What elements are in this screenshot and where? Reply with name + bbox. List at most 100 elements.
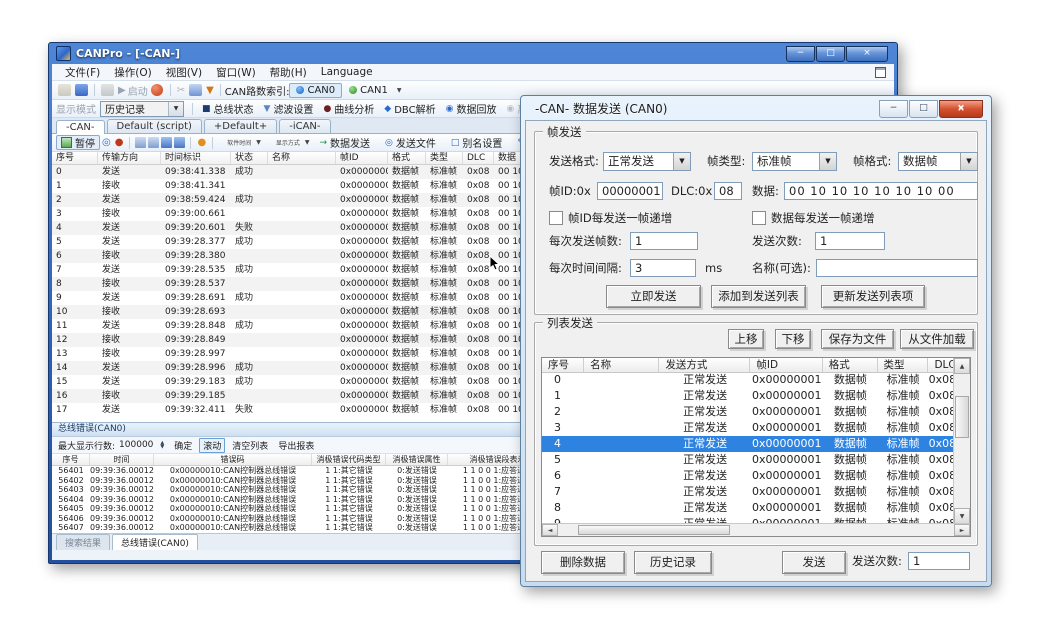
list-item[interactable]: 5 正常发送 0x00000001 数据帧 标准帧 0x08 bbox=[542, 452, 954, 468]
error-panel-action[interactable]: 确定 bbox=[171, 439, 195, 452]
spinner-icon[interactable]: ▲▼ bbox=[160, 441, 164, 449]
save-icon[interactable] bbox=[75, 84, 88, 96]
update-list-item-button[interactable]: 更新发送列表项 bbox=[821, 285, 925, 308]
menu-item[interactable]: 操作(O) bbox=[107, 65, 158, 80]
toolbar-button[interactable]: 软件时间 ▼ bbox=[219, 135, 266, 150]
workspace-tab[interactable]: -iCAN- bbox=[279, 119, 330, 133]
send-button[interactable]: 发送 bbox=[782, 551, 846, 574]
start-icon[interactable]: ▶ bbox=[118, 85, 126, 96]
stop-icon[interactable] bbox=[151, 84, 163, 96]
toolbar-button[interactable]: 显示方式 ▼ bbox=[268, 135, 315, 150]
mdi-child-icon[interactable] bbox=[875, 67, 886, 78]
minimize-button[interactable]: − bbox=[879, 100, 908, 118]
data-increment-checkbox[interactable]: 数据每发送一帧递增 bbox=[752, 210, 875, 226]
maximize-button[interactable]: □ bbox=[909, 100, 938, 118]
toolbar-button[interactable]: ◎ 发送文件 bbox=[380, 135, 446, 150]
cut-icon[interactable]: ✂ bbox=[177, 85, 185, 96]
clear-icon[interactable]: ● bbox=[197, 137, 206, 148]
footer-send-count-input[interactable]: 1 bbox=[908, 552, 970, 570]
list-item[interactable]: 3 正常发送 0x00000001 数据帧 标准帧 0x08 bbox=[542, 420, 954, 436]
frames-per-send-input[interactable]: 1 bbox=[630, 232, 698, 250]
workspace-tab[interactable]: -CAN- bbox=[56, 120, 105, 134]
scrollbar-thumb[interactable] bbox=[578, 525, 730, 535]
name-input[interactable] bbox=[816, 259, 978, 277]
channel-button[interactable]: CAN1 bbox=[342, 83, 395, 98]
frame-id-input[interactable]: 00000001 bbox=[597, 182, 663, 200]
menu-item[interactable]: 视图(V) bbox=[159, 65, 209, 80]
stop-record-icon[interactable]: ● bbox=[115, 137, 124, 148]
workspace-tab[interactable]: Default (script) bbox=[107, 119, 202, 133]
vertical-scrollbar[interactable]: ▲ ▼ bbox=[953, 358, 970, 524]
minimize-button[interactable]: − bbox=[786, 46, 815, 62]
pause-button[interactable]: 暂停 bbox=[56, 135, 100, 150]
toolbar-overflow-icon[interactable]: ▼ bbox=[397, 87, 402, 94]
list-item[interactable]: 0 正常发送 0x00000001 数据帧 标准帧 0x08 bbox=[542, 372, 954, 388]
list-item[interactable]: 6 正常发送 0x00000001 数据帧 标准帧 0x08 bbox=[542, 468, 954, 484]
scroll-down-icon[interactable]: ▼ bbox=[954, 508, 970, 524]
toolbar-button[interactable]: → 数据发送 bbox=[314, 135, 380, 150]
paste-icon[interactable] bbox=[148, 137, 159, 148]
maximize-button[interactable]: □ bbox=[816, 46, 845, 62]
history-button[interactable]: 历史记录 bbox=[634, 551, 712, 574]
start-label[interactable]: 启动 bbox=[128, 83, 148, 98]
toolbar-button[interactable]: ◉ 数据回放 bbox=[441, 101, 502, 116]
error-panel-action[interactable]: 滚动 bbox=[199, 438, 225, 453]
filter-icon[interactable]: ▼ bbox=[206, 85, 214, 96]
copy-icon[interactable] bbox=[135, 137, 146, 148]
error-panel-action[interactable]: 清空列表 bbox=[229, 439, 271, 452]
record-icon[interactable]: ◎ bbox=[102, 137, 111, 148]
load-from-file-button[interactable]: 从文件加载 bbox=[900, 329, 974, 349]
toolbar-button[interactable]: ◆ DBC解析 bbox=[379, 101, 440, 116]
dialog-title-bar[interactable]: -CAN- 数据发送 (CAN0) − □ × bbox=[521, 96, 991, 120]
frame-id-increment-checkbox[interactable]: 帧ID每发送一帧递增 bbox=[549, 210, 672, 226]
menu-item[interactable]: 帮助(H) bbox=[263, 65, 314, 80]
send-now-button[interactable]: 立即发送 bbox=[606, 285, 701, 308]
chevron-down-icon[interactable]: ▼ bbox=[168, 102, 183, 116]
bottom-tab[interactable]: 总线错误(CAN0) bbox=[112, 534, 198, 550]
close-button[interactable]: × bbox=[846, 46, 888, 62]
save-list-icon[interactable] bbox=[161, 137, 172, 148]
toolbar-button[interactable]: □ 别名设置 bbox=[446, 135, 513, 150]
main-title-bar[interactable]: CANPro - [-CAN-] − □ × bbox=[52, 43, 894, 64]
toolbar-button[interactable]: ● 曲线分析 bbox=[318, 101, 379, 116]
frame-format-combobox[interactable]: 数据帧 ▼ bbox=[898, 152, 978, 171]
save-to-file-button[interactable]: 保存为文件 bbox=[821, 329, 894, 349]
send-list-header[interactable]: 序号 名称 发送方式 帧ID 格式 类型 DLC bbox=[542, 358, 954, 373]
list-item[interactable]: 1 正常发送 0x00000001 数据帧 标准帧 0x08 bbox=[542, 388, 954, 404]
scroll-left-icon[interactable]: ◄ bbox=[542, 524, 558, 536]
scrollbar-thumb[interactable] bbox=[955, 396, 969, 438]
display-mode-combobox[interactable]: 历史记录 ▼ bbox=[100, 101, 184, 117]
horizontal-scrollbar[interactable]: ◄ ► bbox=[542, 523, 970, 536]
scroll-right-icon[interactable]: ► bbox=[954, 524, 970, 536]
dlc-input[interactable]: 08 bbox=[714, 182, 742, 200]
close-button[interactable]: × bbox=[939, 100, 983, 118]
move-up-button[interactable]: 上移 bbox=[728, 329, 764, 349]
max-rows-input[interactable]: 100000 bbox=[119, 440, 153, 450]
menu-item[interactable]: Language bbox=[314, 66, 380, 78]
document-icon[interactable] bbox=[189, 84, 202, 96]
error-panel-action[interactable]: 导出报表 bbox=[275, 439, 317, 452]
interval-input[interactable]: 3 bbox=[630, 259, 696, 277]
chevron-down-icon[interactable]: ▼ bbox=[673, 153, 690, 170]
move-down-button[interactable]: 下移 bbox=[775, 329, 811, 349]
scroll-up-icon[interactable]: ▲ bbox=[954, 358, 970, 374]
list-item[interactable]: 8 正常发送 0x00000001 数据帧 标准帧 0x08 bbox=[542, 500, 954, 516]
list-item[interactable]: 4 正常发送 0x00000001 数据帧 标准帧 0x08 bbox=[542, 436, 954, 452]
send-count-input[interactable]: 1 bbox=[815, 232, 885, 250]
list-item[interactable]: 2 正常发送 0x00000001 数据帧 标准帧 0x08 bbox=[542, 404, 954, 420]
open-icon[interactable] bbox=[58, 84, 71, 96]
toolbar-button[interactable]: ▼ 滤波设置 bbox=[259, 101, 319, 116]
list-item[interactable]: 7 正常发送 0x00000001 数据帧 标准帧 0x08 bbox=[542, 484, 954, 500]
workspace-tab[interactable]: +Default+ bbox=[204, 119, 277, 133]
send-format-combobox[interactable]: 正常发送 ▼ bbox=[603, 152, 691, 171]
delete-data-button[interactable]: 删除数据 bbox=[541, 551, 625, 574]
data-input[interactable]: 00 10 10 10 10 10 10 00 bbox=[784, 182, 978, 200]
menu-item[interactable]: 文件(F) bbox=[58, 65, 107, 80]
toolbar-button[interactable]: ■ 总线状态 bbox=[197, 101, 259, 116]
add-to-list-button[interactable]: 添加到发送列表 bbox=[711, 285, 806, 308]
bottom-tab[interactable]: 搜索结果 bbox=[56, 534, 110, 550]
save-all-icon[interactable] bbox=[174, 137, 185, 148]
frame-type-combobox[interactable]: 标准帧 ▼ bbox=[752, 152, 837, 171]
channel-button[interactable]: CAN0 bbox=[289, 83, 342, 98]
edit-icon[interactable] bbox=[101, 84, 114, 96]
